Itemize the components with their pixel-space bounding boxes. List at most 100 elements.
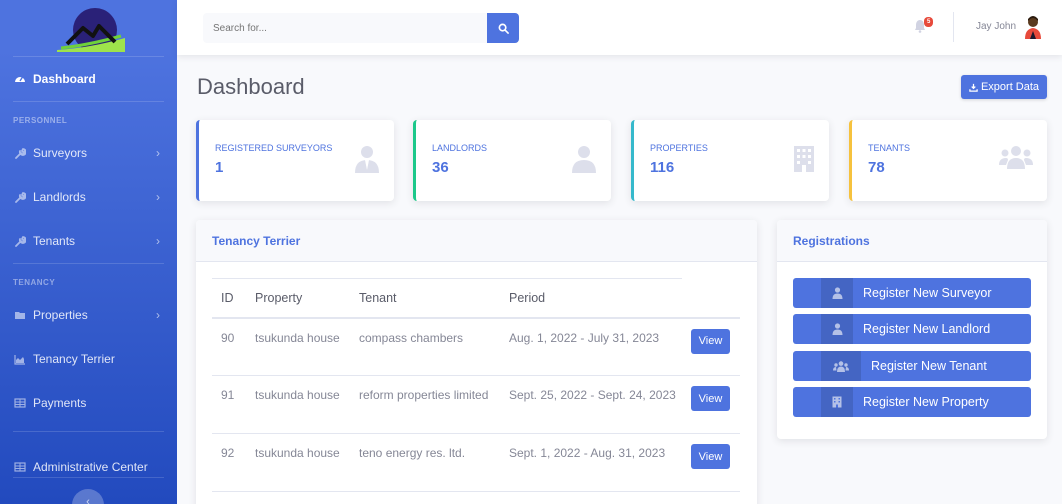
stat-label: TENANTS [868, 143, 911, 153]
stat-label: LANDLORDS [432, 143, 488, 153]
sidebar-item-surveyors[interactable]: Surveyors › [0, 131, 177, 175]
view-button[interactable]: View [691, 386, 730, 411]
button-label: Register New Property [863, 395, 989, 409]
button-label: Register New Surveyor [863, 286, 992, 300]
cell-period: Aug. 1, 2022 - July 31, 2023 [500, 317, 682, 376]
sidebar-item-tenancy-terrier[interactable]: Tenancy Terrier [0, 337, 177, 381]
tachometer-icon [13, 73, 27, 85]
page-title: Dashboard [197, 74, 305, 99]
stat-value: 36 [432, 159, 449, 176]
stat-value: 1 [215, 159, 224, 176]
brand-logo[interactable] [0, 0, 177, 56]
cell-property: tsukunda house [246, 433, 350, 492]
register-new-tenant-button[interactable]: Register New Tenant [793, 351, 1031, 381]
table-icon [13, 397, 27, 409]
column-header-tenant: Tenant [350, 278, 500, 319]
download-icon [969, 83, 978, 92]
column-header-period: Period [500, 278, 682, 319]
sidebar-item-label: Landlords [33, 190, 86, 204]
search-button[interactable] [487, 13, 519, 43]
sidebar-item-label: Tenancy Terrier [33, 352, 115, 366]
button-label: Register New Landlord [863, 322, 991, 336]
sidebar-item-landlords[interactable]: Landlords › [0, 175, 177, 219]
button-label: Register New Tenant [871, 359, 987, 373]
avatar[interactable] [1023, 15, 1043, 44]
stat-card-properties: PROPERTIES 116 [631, 120, 829, 201]
notification-count-badge: 5 [924, 17, 934, 27]
notifications-button[interactable]: 5 [914, 17, 934, 38]
stat-card-landlords: LANDLORDS 36 [413, 120, 611, 201]
sidebar-heading-tenancy: TENANCY [13, 278, 56, 287]
cell-period: Sept. 1, 2022 - Aug. 31, 2023 [500, 433, 682, 492]
cell-tenant: reform properties limited [350, 375, 500, 434]
sidebar-item-label: Dashboard [33, 72, 96, 86]
cell-period: Sept. 25, 2022 - Sept. 24, 2023 [500, 375, 682, 434]
user-tie-icon [354, 145, 380, 178]
users-icon [821, 351, 861, 381]
search-form [203, 13, 519, 43]
sidebar-item-label: Payments [33, 396, 87, 410]
user-avatar-icon [1025, 16, 1041, 39]
user-tie-icon [821, 278, 853, 308]
cell-property: tsukunda house [246, 375, 350, 434]
cell-action: View [682, 375, 740, 434]
panel-title: Tenancy Terrier [196, 220, 757, 262]
stat-card-surveyors: REGISTERED SURVEYORS 1 [196, 120, 394, 201]
tenancy-terrier-panel: Tenancy Terrier ID Property Tenant Perio… [196, 220, 757, 504]
table-header-row: ID Property Tenant Period [212, 278, 740, 319]
sidebar-item-dashboard[interactable]: Dashboard [0, 57, 177, 101]
cell-id: 90 [212, 317, 246, 376]
wrench-icon [13, 235, 27, 247]
users-icon [999, 145, 1033, 174]
stat-value: 78 [868, 159, 885, 176]
sidebar-item-label: Properties [33, 308, 88, 322]
sidebar-item-label: Administrative Center [33, 460, 148, 474]
stat-label: PROPERTIES [650, 143, 708, 153]
register-new-property-button[interactable]: Register New Property [793, 387, 1031, 417]
search-icon [498, 23, 509, 34]
table-row: 91 tsukunda house reform properties limi… [212, 375, 740, 434]
stat-card-tenants: TENANTS 78 [849, 120, 1047, 201]
sidebar-item-payments[interactable]: Payments [0, 381, 177, 425]
sidebar-item-label: Tenants [33, 234, 76, 248]
chevron-right-icon: › [156, 190, 160, 204]
sidebar: Dashboard PERSONNEL Surveyors › Landlord… [0, 0, 177, 504]
wrench-icon [13, 147, 27, 159]
registrations-panel: Registrations Register New Surveyor Regi… [777, 220, 1047, 439]
cell-tenant: teno energy res. ltd. [350, 433, 500, 492]
building-icon [821, 387, 853, 417]
chart-area-icon [13, 353, 27, 365]
column-header-property: Property [246, 278, 350, 319]
user-name[interactable]: Jay John [976, 21, 1016, 32]
folder-icon [13, 309, 27, 321]
sidebar-divider [13, 477, 164, 478]
sidebar-item-properties[interactable]: Properties › [0, 293, 177, 337]
chevron-right-icon: › [156, 234, 160, 248]
column-header-action [682, 278, 740, 319]
user-icon [571, 145, 597, 178]
search-input[interactable] [203, 13, 487, 43]
stat-label: REGISTERED SURVEYORS [215, 143, 333, 153]
cell-tenant: compass chambers [350, 317, 500, 376]
house-logo-icon [56, 8, 125, 52]
register-new-landlord-button[interactable]: Register New Landlord [793, 314, 1031, 344]
cell-action: View [682, 317, 740, 376]
export-data-button[interactable]: Export Data [961, 75, 1047, 99]
chevron-right-icon: › [156, 308, 160, 322]
chevron-left-icon: ‹ [86, 496, 90, 504]
cell-id: 92 [212, 433, 246, 492]
cell-property: tsukunda house [246, 317, 350, 376]
table-icon [13, 461, 27, 473]
register-new-surveyor-button[interactable]: Register New Surveyor [793, 278, 1031, 308]
sidebar-item-label: Surveyors [33, 146, 88, 160]
export-data-label: Export Data [980, 81, 1040, 93]
view-button[interactable]: View [691, 328, 730, 354]
chevron-right-icon: › [156, 146, 160, 160]
tenancy-table: ID Property Tenant Period 90 tsukunda ho… [212, 278, 740, 492]
column-header-id: ID [212, 278, 246, 319]
table-row: 92 tsukunda house teno energy res. ltd. … [212, 433, 740, 492]
view-button[interactable]: View [691, 444, 730, 469]
sidebar-item-tenants[interactable]: Tenants › [0, 219, 177, 263]
topbar-divider [953, 12, 954, 42]
cell-id: 91 [212, 375, 246, 434]
